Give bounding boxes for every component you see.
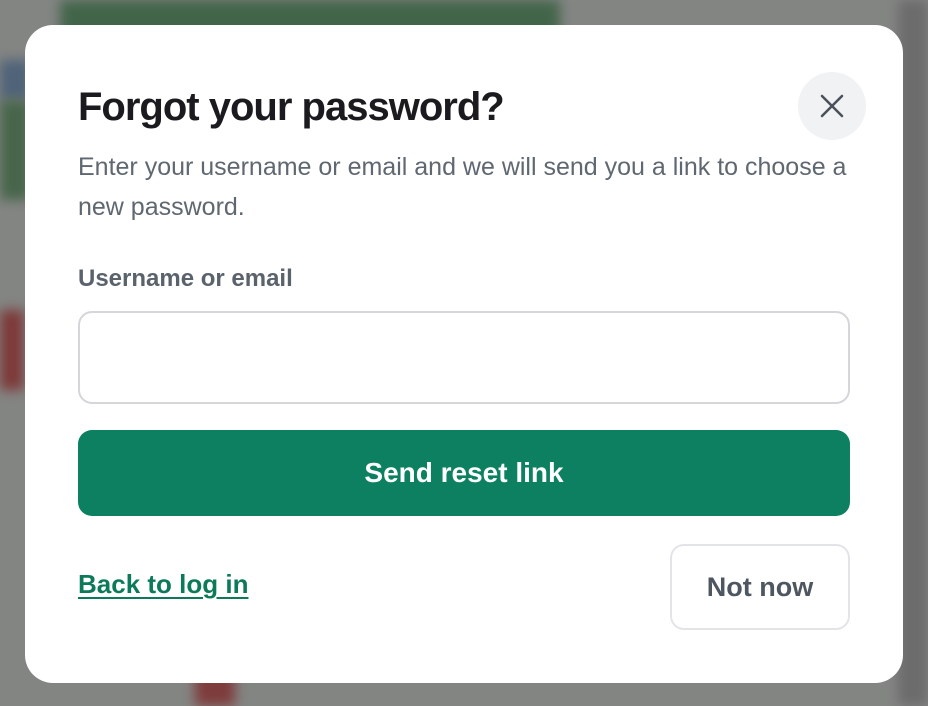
back-to-login-link[interactable]: Back to log in <box>78 569 248 600</box>
not-now-button[interactable]: Not now <box>670 544 850 630</box>
username-input[interactable] <box>78 311 850 404</box>
username-label: Username or email <box>78 265 293 292</box>
dialog-description: Enter your username or email and we will… <box>78 153 847 221</box>
close-icon <box>820 94 844 118</box>
forgot-password-dialog: Forgot your password? Enter your usernam… <box>25 25 903 683</box>
close-button[interactable] <box>798 72 866 140</box>
send-reset-link-button[interactable]: Send reset link <box>78 430 850 516</box>
dialog-title: Forgot your password? <box>78 85 505 129</box>
